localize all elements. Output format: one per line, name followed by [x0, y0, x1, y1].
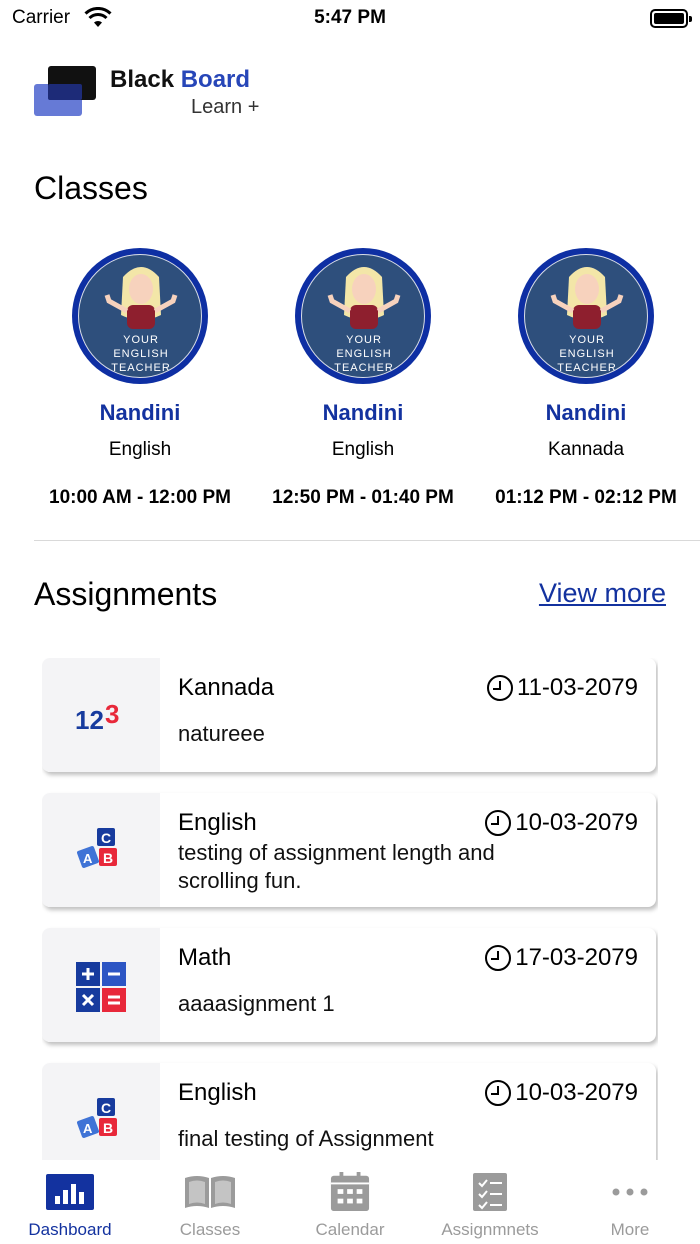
svg-text:A: A: [83, 851, 93, 866]
assignment-date: 17-03-2079: [485, 944, 638, 972]
clock-icon: [485, 1080, 512, 1106]
assignment-card[interactable]: C A B English 10-03-2079 final testing o…: [42, 1063, 656, 1161]
assignments-heading: Assignments: [34, 576, 218, 612]
dashboard-icon: [46, 1174, 94, 1210]
svg-text:B: B: [103, 1120, 113, 1136]
battery-icon: [650, 9, 692, 28]
tab-label: More: [610, 1220, 650, 1239]
class-card[interactable]: YOUR ENGLISH TEACHER Nandini Kannada 01:12…: [474, 248, 698, 509]
tab-label: Calendar: [315, 1220, 385, 1239]
class-time: 01:12 PM - 02:12 PM: [495, 487, 677, 508]
svg-text:C: C: [101, 1100, 111, 1116]
tab-label: Classes: [179, 1220, 241, 1239]
app-logo: Black Board Learn +: [34, 60, 294, 122]
avatar-caption: YOUR ENGLISH TEACHER: [111, 334, 171, 374]
assignment-description: natureee: [178, 721, 265, 746]
clock-icon: [487, 675, 514, 701]
avatar-caption: YOUR ENGLISH TEACHER: [334, 334, 394, 374]
tab-label: Assignmnets: [441, 1220, 539, 1239]
abc-blocks-icon: C A B: [77, 828, 117, 868]
svg-text:B: B: [103, 850, 113, 866]
class-card[interactable]: YOUR ENGLISH TEACHER Nandini English 10:00…: [28, 248, 252, 509]
class-subject: English: [108, 439, 172, 460]
class-subject: Kannada: [547, 439, 625, 460]
assignment-subject: English: [178, 1079, 257, 1106]
calendar-icon: [330, 1172, 370, 1212]
assignment-date-text: 17-03-2079: [515, 944, 638, 971]
clock-icon: [485, 810, 512, 836]
numbers-123-icon: 12 3: [75, 699, 119, 735]
teacher-avatar: YOUR ENGLISH TEACHER: [518, 248, 654, 384]
assignment-subject: English: [178, 809, 257, 836]
assignment-date: 10-03-2079: [485, 809, 638, 837]
logo-word-black: Black: [110, 66, 175, 93]
svg-text:C: C: [101, 830, 111, 846]
teacher-avatar: YOUR ENGLISH TEACHER: [295, 248, 431, 384]
classes-heading: Classes: [34, 170, 148, 206]
assignment-description: aaaasignment 1: [178, 991, 335, 1016]
assignment-date-text: 10-03-2079: [515, 809, 638, 836]
logo-word-board: Board: [180, 66, 251, 93]
teacher-avatar: YOUR ENGLISH TEACHER: [72, 248, 208, 384]
status-bar: Carrier 5:47 PM: [0, 0, 700, 40]
checklist-icon: [473, 1173, 507, 1211]
svg-text:A: A: [83, 1121, 93, 1136]
assignment-subject: Math: [178, 944, 232, 971]
assignment-date: 11-03-2079: [487, 674, 638, 702]
assignment-date-text: 10-03-2079: [515, 1079, 638, 1106]
svg-text:3: 3: [105, 699, 119, 729]
status-time: 5:47 PM: [314, 7, 386, 28]
section-divider: [34, 540, 700, 541]
assignment-date-text: 11-03-2079: [517, 674, 638, 701]
class-card[interactable]: YOUR ENGLISH TEACHER Nandini English 12:50…: [251, 248, 475, 509]
assignment-card[interactable]: Math 17-03-2079 aaaasignment 1: [42, 928, 656, 1042]
assignment-card[interactable]: 12 3 Kannada 11-03-2079 natureee: [42, 658, 656, 772]
logo-subtitle: Learn +: [191, 96, 260, 118]
assignment-description: final testing of Assignment: [178, 1126, 434, 1151]
avatar-caption: YOUR ENGLISH TEACHER: [557, 334, 617, 374]
logo-mark-icon: [34, 66, 96, 116]
tab-calendar[interactable]: Calendar: [280, 1160, 420, 1244]
assignment-description: testing of assignment length and scrolli…: [178, 840, 495, 893]
view-more-link[interactable]: View more: [539, 578, 666, 609]
tab-assignments[interactable]: Assignmnets: [420, 1160, 560, 1244]
clock-icon: [485, 945, 512, 971]
assignment-list[interactable]: 12 3 Kannada 11-03-2079 natureee C A B E…: [42, 658, 658, 1161]
teacher-name[interactable]: Nandini: [251, 400, 475, 426]
tab-dashboard[interactable]: Dashboard: [0, 1160, 140, 1244]
tab-more[interactable]: More: [560, 1160, 700, 1244]
class-time: 12:50 PM - 01:40 PM: [272, 487, 454, 508]
class-subject: English: [331, 439, 395, 460]
calculator-icon: [76, 962, 126, 1012]
logo-title: Black Board: [110, 66, 250, 94]
more-dots-icon: [612, 1188, 648, 1196]
teacher-name[interactable]: Nandini: [474, 400, 698, 426]
svg-text:12: 12: [75, 705, 104, 735]
tab-label: Dashboard: [28, 1220, 112, 1239]
abc-blocks-icon: C A B: [77, 1098, 117, 1138]
assignment-card[interactable]: C A B English 10-03-2079 testing of assi…: [42, 793, 656, 907]
assignment-date: 10-03-2079: [485, 1079, 638, 1107]
bottom-tab-bar: Dashboard Classes Calendar Assignmnets M…: [0, 1160, 700, 1244]
class-time: 10:00 AM - 12:00 PM: [49, 487, 231, 508]
teacher-name[interactable]: Nandini: [28, 400, 252, 426]
book-icon: [185, 1176, 235, 1208]
tab-classes[interactable]: Classes: [140, 1160, 280, 1244]
assignment-subject: Kannada: [178, 674, 275, 701]
